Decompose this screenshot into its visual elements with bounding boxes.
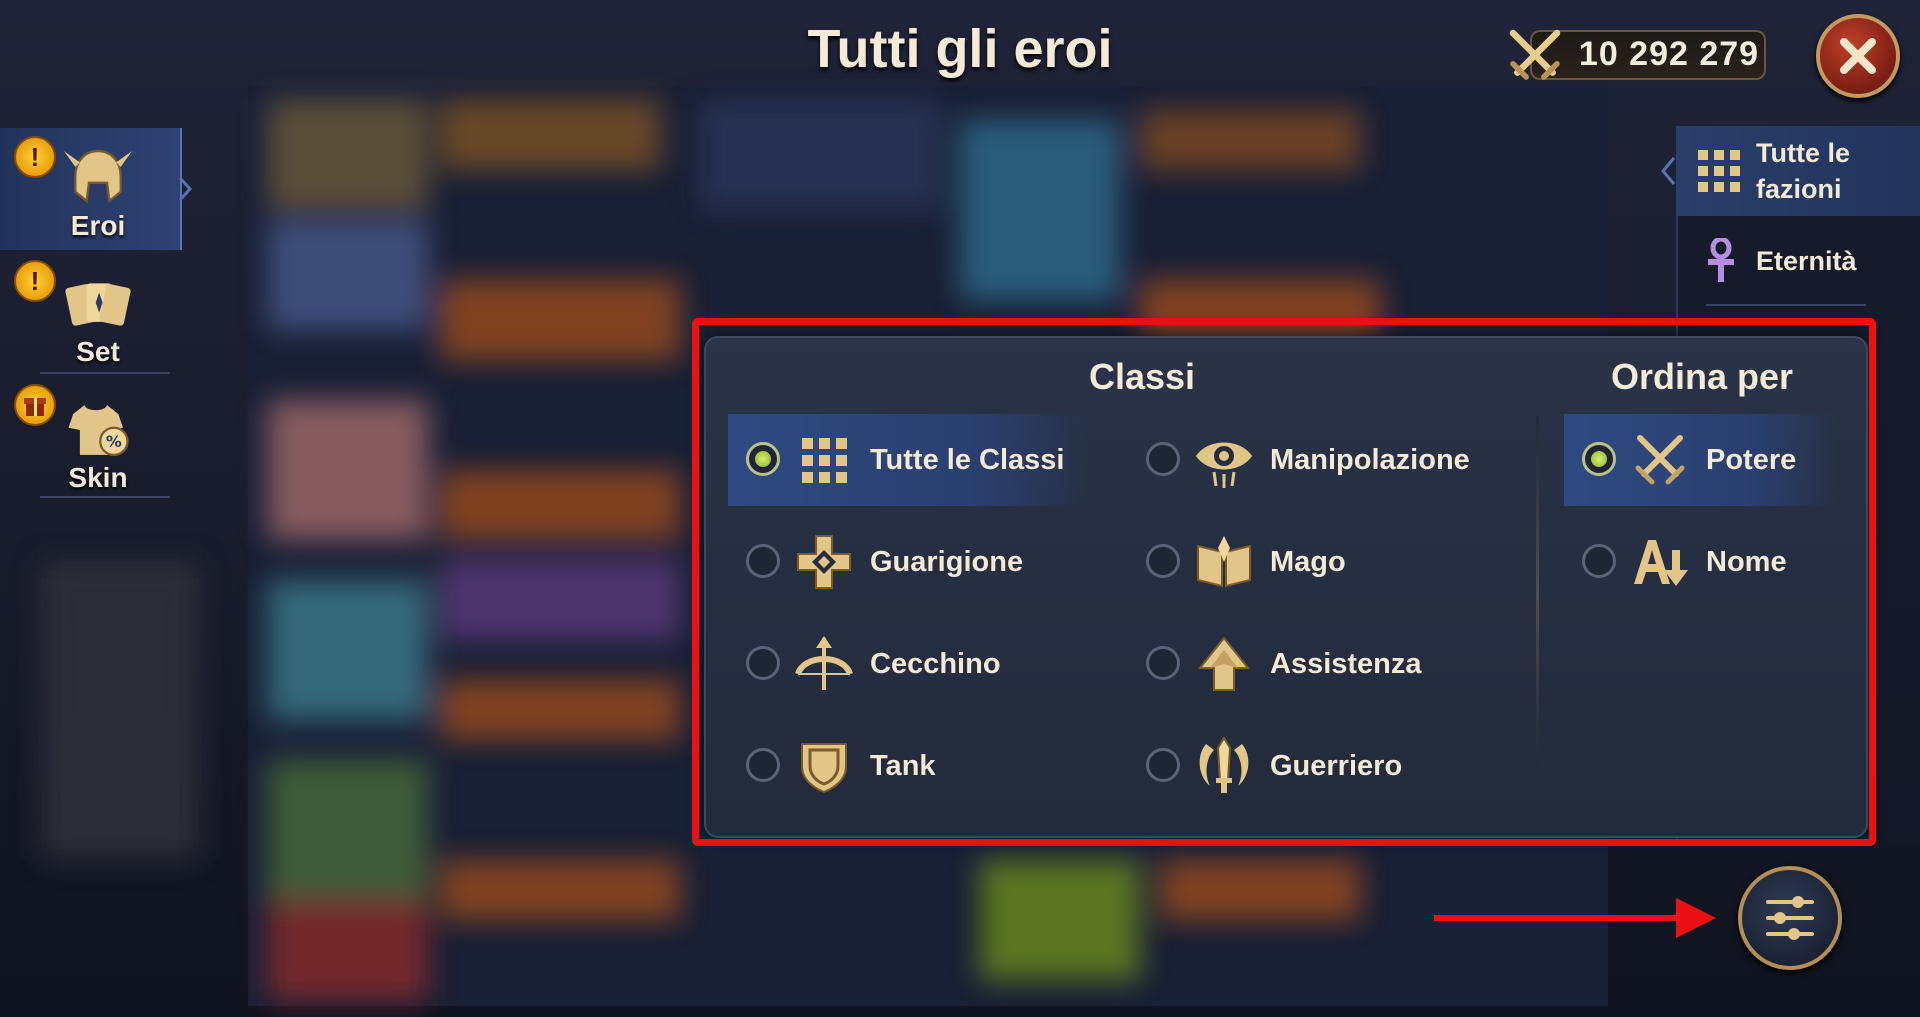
power-value: 10 292 279 [1578,35,1760,73]
pointer-arrow [1434,915,1680,921]
sidebar-item-label: Skin [68,462,128,493]
divider [1706,304,1866,306]
divider [40,372,170,374]
faction-label: fazioni [1756,174,1842,204]
alert-badge: ! [14,260,56,302]
filter-button[interactable] [1738,866,1842,970]
highlight-frame [692,318,1876,846]
chevron-left-icon [1661,157,1676,185]
faction-label: Eternità [1756,246,1857,276]
gift-icon [24,398,46,416]
page-title: Tutti gli eroi [807,19,1113,79]
crossed-swords-icon [1509,29,1561,80]
arrow-head-icon [1676,898,1716,938]
grid-icon [1698,150,1740,192]
faction-label: Tutte le [1756,138,1850,168]
gift-badge [14,384,56,426]
helmet-icon [64,149,132,204]
shirt-icon: % [68,405,129,457]
cards-icon [65,283,131,326]
close-icon [1840,38,1876,74]
close-button[interactable] [1816,14,1900,98]
ankh-icon [1708,238,1734,282]
divider [40,496,170,498]
sidebar-item-label: Set [76,336,120,367]
chevron-right-icon [178,176,192,202]
sidebar-item-label: Eroi [70,210,126,241]
faction-item-eternita[interactable]: Eternità [1676,216,1920,306]
faction-item-all[interactable]: Tutte le fazioni [1676,126,1920,216]
alert-badge: ! [14,136,56,178]
svg-text:%: % [106,432,122,451]
sliders-icon [1766,896,1814,940]
